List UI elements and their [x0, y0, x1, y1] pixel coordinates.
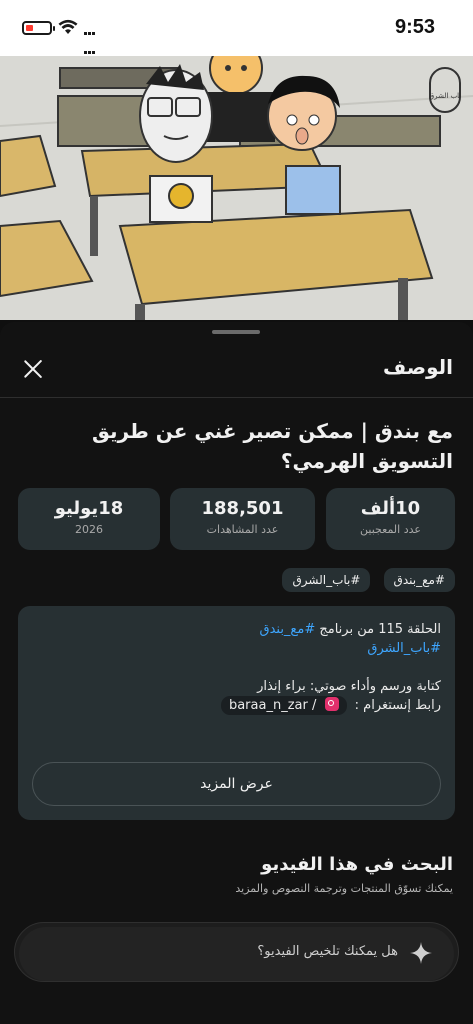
- views-label: عدد المشاهدات: [206, 523, 279, 536]
- show-more-button[interactable]: عرض المزيد: [32, 762, 441, 806]
- credits-text: كتابة ورسم وأداء صوتي: براء إنذار: [257, 679, 441, 694]
- instagram-line: رابط إنستغرام : baraa_n_zar /: [41, 696, 441, 715]
- watermark-logo: باب الشرق: [429, 92, 462, 100]
- episode-line: الحلقة 115 من برنامج #مع_بندق: [41, 620, 441, 639]
- clock: 9:53: [394, 16, 435, 38]
- likes-count: 10ألف: [360, 498, 421, 519]
- upload-year: 2026: [75, 523, 103, 536]
- views-count: 188,501: [201, 498, 284, 519]
- ask-input[interactable]: هل يمكنك تلخيص الفيديو؟: [19, 927, 454, 981]
- ask-bar: هل يمكنك تلخيص الفيديو؟: [14, 922, 459, 982]
- sheet-title: الوصف: [382, 355, 453, 379]
- stats-row: 10ألف عدد المعجبين 188,501 عدد المشاهدات…: [18, 488, 455, 550]
- hashtag-list: #مع_بندق #باب_الشرق: [274, 568, 455, 592]
- episode-text: الحلقة 115 من برنامج: [319, 622, 441, 637]
- close-icon[interactable]: [20, 356, 46, 382]
- hashtag-link[interactable]: #مع_بندق: [259, 622, 315, 637]
- description-box: الحلقة 115 من برنامج #مع_بندق #باب_الشرق…: [18, 606, 455, 820]
- search-section-title: البحث في هذا الفيديو: [261, 854, 453, 875]
- battery-low-icon: [22, 21, 55, 35]
- status-bar: 9:53: [0, 0, 473, 73]
- hashtag-chip[interactable]: #باب_الشرق: [282, 568, 371, 592]
- upload-date: 18يوليو: [54, 498, 124, 519]
- views-stat: 188,501 عدد المشاهدات: [170, 488, 315, 550]
- date-stat: 18يوليو 2026: [18, 488, 160, 550]
- sheet-header: الوصف: [0, 348, 473, 394]
- wifi-icon: [58, 19, 78, 34]
- hashtag-link[interactable]: #باب_الشرق: [41, 639, 441, 658]
- sheet-drag-handle[interactable]: [212, 330, 260, 334]
- instagram-icon: [324, 697, 339, 711]
- video-frame-illustration: باب الشرق: [0, 56, 473, 320]
- hashtag-chip[interactable]: #مع_بندق: [383, 568, 455, 592]
- ask-placeholder: هل يمكنك تلخيص الفيديو؟: [257, 944, 398, 959]
- instagram-link[interactable]: baraa_n_zar /: [220, 696, 347, 715]
- instagram-label: رابط إنستغرام :: [354, 698, 441, 713]
- likes-stat: 10ألف عدد المعجبين: [326, 488, 455, 550]
- video-player[interactable]: باب الشرق: [0, 56, 473, 320]
- likes-label: عدد المعجبين: [360, 523, 421, 536]
- search-section-subtitle: يمكنك تسوّق المنتجات وترجمة النصوص والمز…: [235, 882, 453, 895]
- video-title: مع بندق | ممكن تصير غني عن طريق التسويق …: [92, 419, 453, 473]
- description-text: الحلقة 115 من برنامج #مع_بندق #باب_الشرق…: [41, 620, 441, 715]
- sparkle-icon: [410, 942, 432, 964]
- description-sheet: الوصف مع بندق | ممكن تصير غني عن طريق ال…: [0, 322, 473, 1024]
- instagram-handle: baraa_n_zar /: [228, 698, 317, 713]
- divider: [0, 397, 473, 398]
